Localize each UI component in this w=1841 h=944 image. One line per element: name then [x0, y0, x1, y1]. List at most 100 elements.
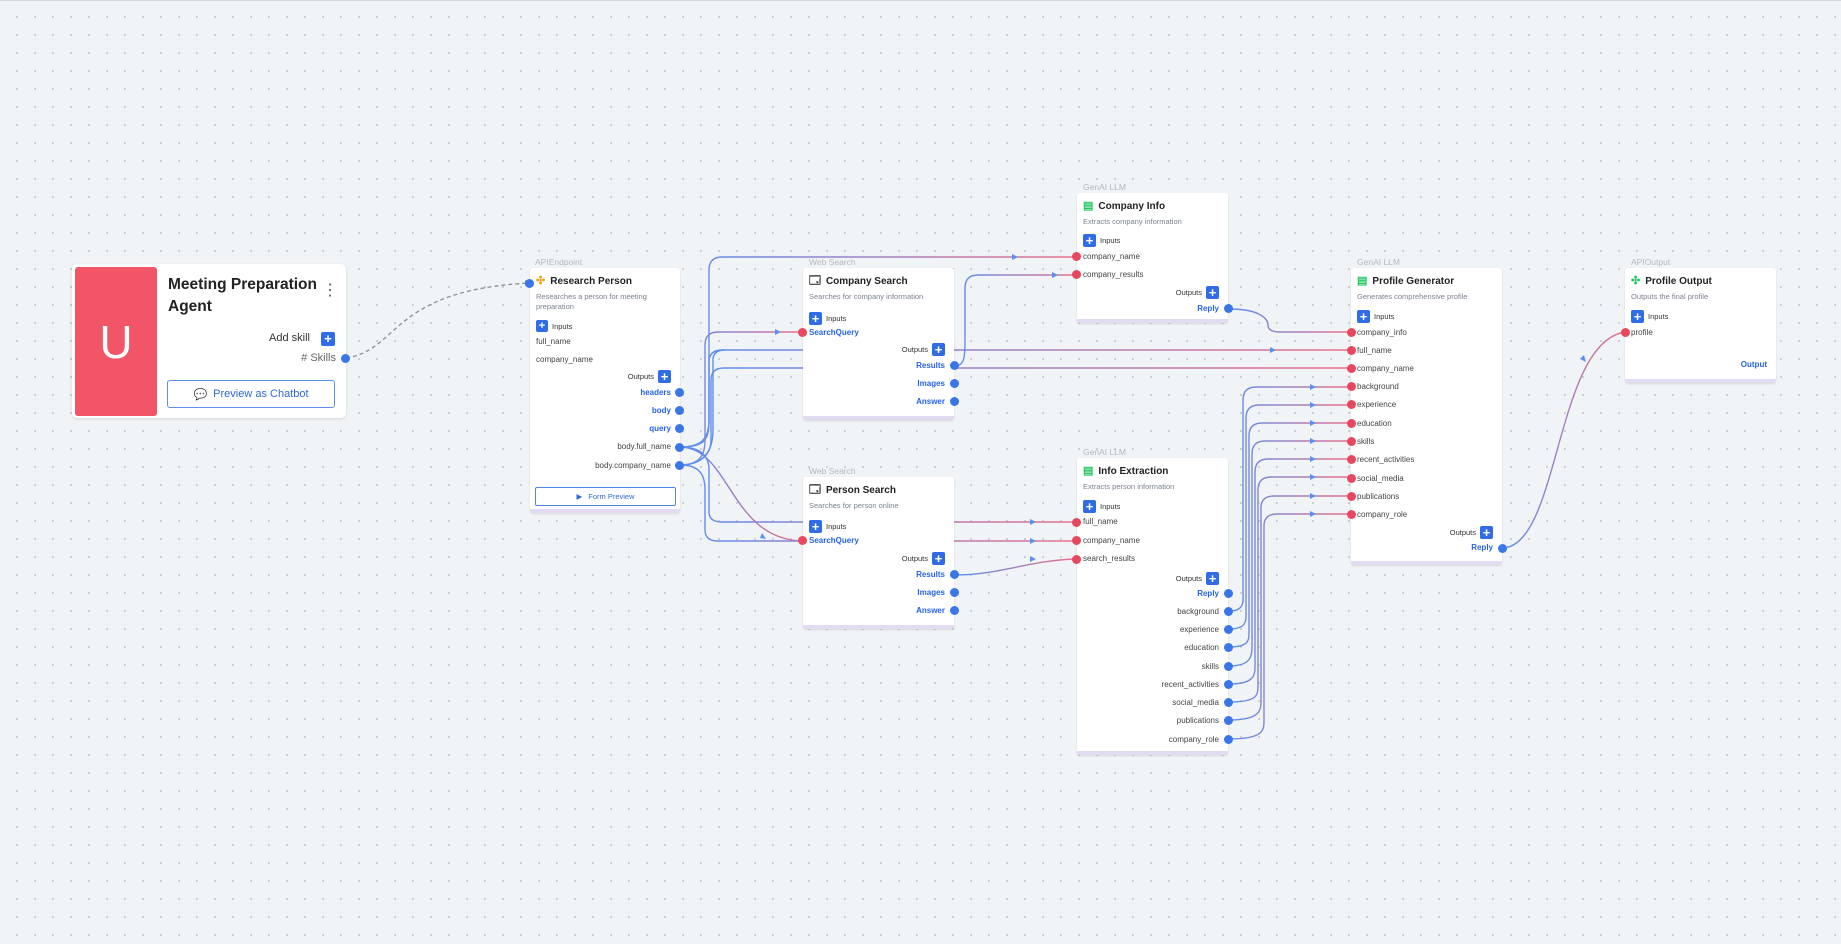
- add-output-button[interactable]: +: [1206, 571, 1219, 585]
- port-ie-full-name[interactable]: [1072, 518, 1081, 527]
- port-company-info-company-results[interactable]: [1072, 270, 1081, 279]
- port-company-search-answer[interactable]: [950, 397, 959, 406]
- port-person-search-query[interactable]: [798, 536, 807, 545]
- port-query[interactable]: [675, 424, 684, 433]
- output-recent-activities: recent_activities: [1161, 680, 1219, 689]
- input-company-role: company_role: [1357, 510, 1408, 519]
- add-input-button[interactable]: +: [1083, 499, 1096, 513]
- inputs-label: Inputs: [1100, 502, 1121, 511]
- output-publications: publications: [1176, 716, 1219, 725]
- node-type-profile-output: APIOutput: [1631, 257, 1671, 267]
- output-reply: Reply: [1197, 589, 1219, 598]
- port-pg-reply[interactable]: [1498, 544, 1507, 553]
- add-skill-label: Add skill: [269, 332, 310, 344]
- node-profile-output[interactable]: ✣ Profile Output Outputs the final profil…: [1625, 268, 1776, 383]
- port-person-search-images[interactable]: [950, 588, 959, 597]
- port-ie-company-role[interactable]: [1224, 735, 1233, 744]
- wire-results-companyinfo: [954, 274, 1077, 367]
- port-pg-recent-activities[interactable]: [1347, 455, 1356, 464]
- port-person-search-results[interactable]: [950, 570, 959, 579]
- node-description: Outputs the final profile: [1631, 292, 1709, 301]
- port-company-search-query[interactable]: [798, 328, 807, 337]
- input-search-query: SearchQuery: [809, 328, 859, 337]
- preview-chatbot-button[interactable]: 💬 Preview as Chatbot: [167, 380, 335, 408]
- input-profile: profile: [1631, 328, 1653, 337]
- port-ie-skills[interactable]: [1224, 662, 1233, 671]
- node-profile-generator[interactable]: ▤ Profile Generator Generates comprehensi…: [1351, 268, 1502, 565]
- add-input-button[interactable]: +: [1357, 309, 1370, 323]
- port-body-full-name[interactable]: [675, 443, 684, 452]
- wire-fullname-profilegen: [679, 349, 1352, 448]
- node-title: Company Info: [1098, 201, 1166, 212]
- port-ie-company-name[interactable]: [1072, 536, 1081, 545]
- add-output-button[interactable]: +: [932, 342, 945, 356]
- add-input-button[interactable]: +: [1083, 233, 1096, 247]
- port-pg-publications[interactable]: [1347, 492, 1356, 501]
- port-company-info-company-name[interactable]: [1072, 252, 1081, 261]
- port-pg-company-info[interactable]: [1347, 328, 1356, 337]
- port-ie-social-media[interactable]: [1224, 698, 1233, 707]
- port-pg-background[interactable]: [1347, 382, 1356, 391]
- inputs-label: Inputs: [1100, 236, 1121, 245]
- add-input-button[interactable]: +: [536, 320, 548, 332]
- node-title: Profile Generator: [1372, 276, 1455, 287]
- node-company-search[interactable]: 🗔 Company Search Searches for company inf…: [803, 268, 954, 420]
- input-search-query: SearchQuery: [809, 536, 859, 545]
- port-ie-publications[interactable]: [1224, 716, 1233, 725]
- node-type-company-search: Web Search: [809, 257, 856, 267]
- agent-card[interactable]: U Meeting Preparation Agent ⋮ Add skill …: [72, 264, 350, 418]
- port-pg-full-name[interactable]: [1347, 346, 1356, 355]
- agent-title: Meeting Preparation Agent: [168, 276, 317, 315]
- input-full-name: full_name: [536, 337, 571, 346]
- port-pg-company-role[interactable]: [1347, 510, 1356, 519]
- port-pg-education[interactable]: [1347, 419, 1356, 428]
- api-output-icon: ✣: [1631, 275, 1641, 287]
- kebab-icon[interactable]: ⋮: [322, 283, 338, 299]
- port-company-search-results[interactable]: [950, 361, 959, 370]
- port-ie-reply[interactable]: [1224, 589, 1233, 598]
- port-research-in[interactable]: [525, 279, 534, 288]
- web-search-icon: 🗔: [809, 275, 821, 287]
- wire-query-personsearch: [679, 446, 804, 542]
- add-output-button[interactable]: +: [932, 551, 945, 565]
- port-po-profile[interactable]: [1621, 328, 1630, 337]
- output-reply: Reply: [1471, 543, 1493, 552]
- input-company-name: company_name: [536, 355, 593, 364]
- add-output-button[interactable]: +: [1480, 525, 1493, 539]
- port-ie-search-results[interactable]: [1072, 555, 1081, 564]
- port-pg-social-media[interactable]: [1347, 474, 1356, 483]
- port-person-search-answer[interactable]: [950, 606, 959, 615]
- add-input-button[interactable]: +: [809, 519, 822, 533]
- port-ie-experience[interactable]: [1224, 625, 1233, 634]
- port-company-info-reply[interactable]: [1224, 304, 1233, 313]
- node-description: Searches for company information: [809, 292, 924, 301]
- skills-port[interactable]: [341, 354, 350, 363]
- port-ie-background[interactable]: [1224, 607, 1233, 616]
- output-skills: skills: [1201, 662, 1219, 671]
- port-company-search-images[interactable]: [950, 379, 959, 388]
- outputs-label: Outputs: [1175, 288, 1202, 297]
- node-research-person[interactable]: ✣ Research Person Researches a person for…: [530, 268, 680, 513]
- form-preview-button[interactable]: ▶ Form Preview: [535, 487, 676, 506]
- add-input-button[interactable]: +: [1631, 309, 1644, 323]
- add-skill-button[interactable]: +: [321, 332, 335, 346]
- add-input-button[interactable]: +: [809, 311, 822, 325]
- add-output-button[interactable]: +: [658, 369, 671, 383]
- port-pg-skills[interactable]: [1347, 437, 1356, 446]
- port-body[interactable]: [675, 406, 684, 415]
- port-ie-recent-activities[interactable]: [1224, 680, 1233, 689]
- port-pg-company-name[interactable]: [1347, 364, 1356, 373]
- port-pg-experience[interactable]: [1347, 400, 1356, 409]
- port-headers[interactable]: [675, 388, 684, 397]
- add-output-button[interactable]: +: [1206, 285, 1219, 299]
- node-info-extraction[interactable]: ▤ Info Extraction Extracts person informa…: [1077, 458, 1228, 755]
- node-person-search[interactable]: 🗔 Person Search Searches for person onlin…: [803, 477, 954, 629]
- port-body-company-name[interactable]: [675, 461, 684, 470]
- output-query: query: [649, 424, 671, 433]
- node-company-info[interactable]: ▤ Company Info Extracts company informati…: [1077, 193, 1228, 323]
- port-ie-education[interactable]: [1224, 643, 1233, 652]
- llm-icon: ▤: [1357, 275, 1368, 287]
- inputs-label: Inputs: [1374, 312, 1395, 321]
- input-education: education: [1357, 419, 1392, 428]
- output-body-company-name: body.company_name: [595, 461, 671, 470]
